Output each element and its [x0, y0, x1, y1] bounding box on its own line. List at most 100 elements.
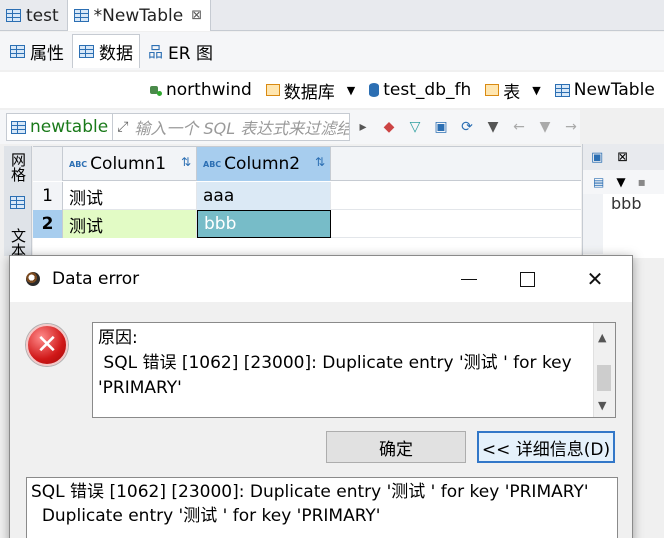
- back-icon[interactable]: ←: [510, 118, 528, 136]
- dialog-title: Data error: [52, 269, 140, 289]
- text-type-icon: ABC: [203, 159, 222, 169]
- row-number[interactable]: 2: [33, 210, 63, 238]
- column-header-label: Column1: [90, 154, 167, 174]
- filter-input[interactable]: ⤢ 输入一个 SQL 表达式来过滤结果 (使: [113, 113, 350, 141]
- database-icon: [369, 83, 380, 97]
- scroll-up-icon[interactable]: ▲: [598, 331, 606, 344]
- view-grid-tab[interactable]: 网格: [6, 152, 30, 185]
- value-panel-toolbar: ▤ ▼ ▪: [583, 170, 664, 194]
- value-panel-text[interactable]: bbb: [611, 194, 641, 213]
- save-icon[interactable]: ▪: [638, 175, 646, 189]
- view-text-label: 文本: [9, 228, 27, 258]
- ok-button[interactable]: 确定: [326, 431, 466, 463]
- book-icon[interactable]: ▤: [593, 175, 604, 189]
- table-row[interactable]: 1 测试 aaa: [33, 182, 581, 210]
- details-box[interactable]: SQL 错误 [1062] [23000]: Duplicate entry '…: [26, 477, 618, 538]
- filter-tools: ▸ ◆ ▽ ▣ ⟳ ▼ ← ▼ →: [354, 118, 580, 136]
- tab-newtable[interactable]: *NewTable ⊠: [66, 0, 212, 31]
- sort-filter-icon[interactable]: ⇅: [181, 155, 191, 169]
- editor-sub-tabs: 属性 数据 品 ER 图: [0, 32, 664, 70]
- grid-view-icon[interactable]: [10, 196, 25, 209]
- error-message: 原因: SQL 错误 [1062] [23000]: Duplicate ent…: [98, 328, 572, 398]
- expand-icon[interactable]: ⤢: [117, 119, 128, 135]
- chevron-down-icon[interactable]: ▼: [347, 84, 355, 97]
- filter-entity-label: newtable: [30, 117, 109, 137]
- table-cell[interactable]: 测试: [63, 182, 197, 210]
- table-icon: [73, 9, 89, 22]
- eraser-icon[interactable]: ◆: [380, 118, 398, 136]
- crumb-tables[interactable]: 表 ▼: [485, 78, 541, 103]
- crumb-label: northwind: [166, 80, 252, 100]
- sort-filter-icon[interactable]: ⇅: [315, 155, 325, 169]
- error-icon: ✕: [26, 324, 68, 366]
- results-grid: ABC Column1 ⇅ ABC Column2 ⇅ 1 测试 aaa 2 测…: [33, 146, 581, 258]
- play-filter-icon[interactable]: ▸: [354, 118, 372, 136]
- connection-icon: [148, 83, 162, 97]
- dialog-title-bar: Data error ✕: [10, 256, 632, 302]
- table-cell[interactable]: 测试: [63, 210, 197, 238]
- minimize-button[interactable]: [446, 256, 492, 302]
- filter-settings-icon[interactable]: ▣: [432, 118, 450, 136]
- tab-data[interactable]: 数据: [72, 34, 140, 68]
- chevron-down-icon[interactable]: ▼: [484, 118, 502, 136]
- data-icon: [79, 45, 94, 58]
- chevron-down-icon[interactable]: ▼: [532, 84, 540, 97]
- column-header-label: Column2: [224, 154, 301, 174]
- row-number[interactable]: 1: [33, 182, 63, 210]
- table-icon: [554, 83, 570, 97]
- panel-gutter: [583, 194, 603, 254]
- chevron-down-icon[interactable]: ▼: [536, 118, 554, 136]
- column-header[interactable]: ABC Column2 ⇅: [197, 147, 331, 181]
- text-type-icon: ABC: [69, 159, 88, 169]
- table-cell[interactable]: bbb: [197, 210, 331, 238]
- filter-entity[interactable]: newtable: [6, 113, 114, 141]
- table-icon: [11, 120, 26, 134]
- database-folder-icon: [265, 84, 280, 96]
- details-button[interactable]: << 详细信息(D): [477, 431, 615, 463]
- minimize-icon: [461, 278, 477, 280]
- crumb-schema[interactable]: test_db_fh: [369, 80, 471, 100]
- table-icon: [6, 9, 21, 22]
- tab-test[interactable]: test: [0, 0, 67, 31]
- editor-tab-bar: test *NewTable ⊠: [0, 0, 664, 31]
- table-row[interactable]: 2 测试 bbb: [33, 210, 581, 238]
- crumb-connection[interactable]: northwind: [148, 80, 252, 100]
- close-button[interactable]: ✕: [572, 256, 618, 302]
- app-icon: [24, 270, 42, 288]
- forward-icon[interactable]: →: [562, 118, 580, 136]
- details-text: SQL 错误 [1062] [23000]: Duplicate entry '…: [31, 482, 589, 526]
- refresh-icon[interactable]: ⟳: [458, 118, 476, 136]
- filter-bar: newtable ⤢ 输入一个 SQL 表达式来过滤结果 (使 ▸ ◆ ▽ ▣ …: [0, 110, 580, 144]
- close-tab-icon[interactable]: ⊠: [191, 8, 202, 23]
- crumb-table[interactable]: NewTable: [554, 80, 655, 100]
- crumb-label: 数据库: [283, 82, 335, 103]
- tab-label: test: [26, 5, 59, 26]
- breadcrumb: northwind 数据库 ▼ test_db_fh 表 ▼ NewTable: [0, 72, 664, 108]
- error-message-box[interactable]: 原因: SQL 错误 [1062] [23000]: Duplicate ent…: [92, 322, 616, 418]
- value-panel: ▣ ⊠ ▤ ▼ ▪ bbb: [582, 144, 664, 258]
- close-icon: ✕: [586, 267, 604, 291]
- maximize-icon: [519, 271, 535, 287]
- panel-icon: ▣: [591, 149, 604, 165]
- message-scrollbar[interactable]: ▲ ▼: [593, 323, 615, 417]
- column-header[interactable]: ABC Column1 ⇅: [63, 147, 197, 181]
- view-mode-strip: 网格 文本: [4, 146, 32, 258]
- chevron-down-icon[interactable]: ▼: [616, 175, 625, 189]
- tables-folder-icon: [485, 84, 500, 96]
- data-error-dialog: Data error ✕ ✕ 原因: SQL 错误 [1062] [23000]…: [9, 255, 633, 538]
- grid-corner[interactable]: [33, 147, 63, 181]
- scroll-thumb[interactable]: [597, 365, 611, 391]
- table-cell[interactable]: aaa: [197, 182, 331, 210]
- view-grid-label: 网格: [9, 152, 27, 182]
- tab-properties[interactable]: 属性: [4, 34, 70, 68]
- tab-label: 数据: [99, 44, 133, 64]
- crumb-label: NewTable: [573, 80, 655, 100]
- filter-icon[interactable]: ▽: [406, 118, 424, 136]
- tab-er-diagram[interactable]: 品 ER 图: [142, 34, 219, 68]
- properties-icon: [10, 44, 25, 58]
- close-icon[interactable]: ⊠: [617, 150, 628, 165]
- scroll-down-icon[interactable]: ▼: [598, 399, 606, 412]
- tab-label: ER 图: [168, 43, 213, 64]
- crumb-database[interactable]: 数据库 ▼: [265, 78, 355, 103]
- maximize-button[interactable]: [504, 256, 550, 302]
